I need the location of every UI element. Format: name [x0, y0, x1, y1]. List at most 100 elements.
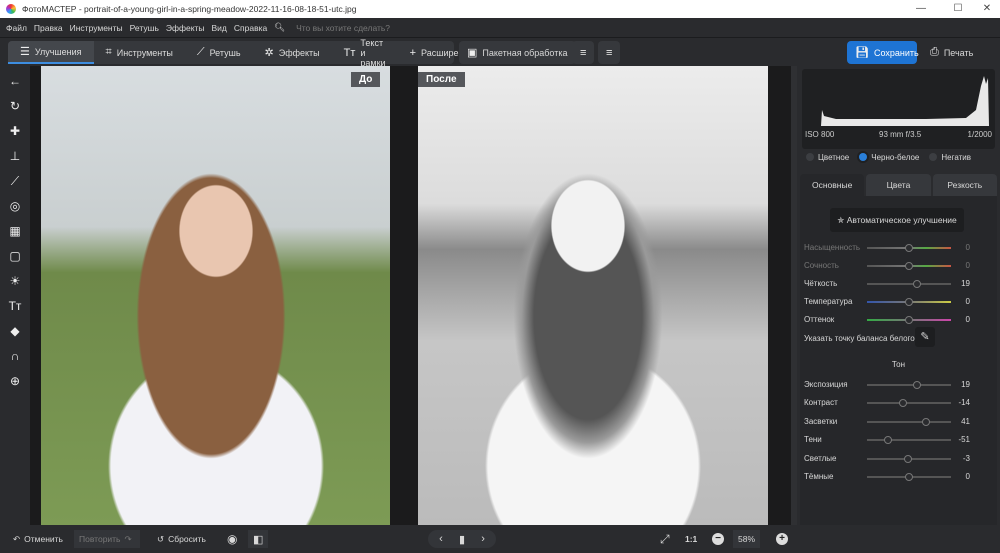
reset-label: Сбросить [168, 534, 206, 544]
bottom-bar: ↶ Отменить Повторить ↷ ↺ Сбросить ◉ ◧ ‹ ▮ › ⤢… [0, 525, 797, 553]
menu-retouch[interactable]: Ретушь [130, 23, 159, 33]
presets-settings-button[interactable]: ≡ [598, 41, 620, 64]
brush-icon[interactable]: ⟋ [11, 172, 19, 191]
mode-color-radio[interactable]: Цветное [806, 153, 849, 162]
images-icon: ▣ [467, 47, 478, 59]
slider-thumb[interactable] [905, 244, 913, 252]
menu-view[interactable]: Вид [212, 23, 227, 33]
menu-tools[interactable]: Инструменты [70, 23, 123, 33]
actual-size-button[interactable]: 1:1 [680, 530, 702, 548]
redo-icon: ↷ [124, 533, 132, 544]
tab-effects[interactable]: ✲ Эффекты [253, 41, 332, 64]
slider-track[interactable] [867, 316, 951, 324]
gradient-filter-icon[interactable]: ▦ [9, 222, 20, 241]
fit-to-screen-button[interactable]: ⤢ [655, 530, 675, 548]
batch-label: Пакетная обработка [482, 47, 568, 58]
slider-value: -14 [958, 398, 970, 408]
mode-bw-radio[interactable]: Черно-белое [859, 153, 919, 162]
radio-label: Цветное [818, 152, 850, 162]
slider-thumb[interactable] [905, 473, 913, 481]
compare-icon: ◧ [253, 533, 264, 546]
window-title: ФотоМАСТЕР - portrait-of-a-young-girl-in… [22, 4, 357, 14]
slider-track[interactable] [867, 244, 951, 252]
magic-wand-icon: ✲ [264, 47, 274, 59]
text-icon[interactable]: Tт [9, 297, 22, 316]
slider-thumb[interactable] [905, 262, 913, 270]
slider-value: -3 [962, 453, 970, 463]
search-input[interactable]: Что вы хотите сделать? [296, 23, 390, 33]
prev-image-button[interactable]: ‹ [439, 533, 443, 545]
slider-track[interactable] [867, 417, 951, 426]
slider-track[interactable] [867, 298, 951, 306]
back-arrow-icon[interactable]: ← [9, 72, 21, 91]
patch-icon[interactable]: ✚ [10, 122, 20, 141]
slider-track[interactable] [867, 454, 951, 463]
lens-value: 93 mm f/3.5 [879, 130, 922, 139]
preview-eye-button[interactable]: ◉ [222, 530, 242, 548]
magnet-icon[interactable]: ∩ [11, 347, 20, 366]
slider-label: Оттенок [804, 315, 835, 324]
slider-thumb[interactable] [905, 298, 913, 306]
eyedropper-button[interactable]: ✎ [915, 327, 935, 347]
slider-value: -51 [958, 435, 970, 445]
redo-button[interactable]: Повторить ↷ [74, 530, 140, 548]
batch-processing-button[interactable]: ▣ Пакетная обработка [459, 41, 576, 64]
slider-track[interactable] [867, 381, 951, 389]
tab-enhancements[interactable]: ☰ Улучшения [8, 41, 94, 64]
tab-retouch[interactable]: ⟋ Ретушь [185, 41, 253, 64]
tab-colors[interactable]: Цвета [866, 174, 931, 196]
menu-file[interactable]: Файл [6, 23, 27, 33]
menu-bar: Файл Правка Инструменты Ретушь Эффекты В… [0, 18, 1000, 37]
minimize-button[interactable]: — [906, 0, 936, 18]
slider-thumb[interactable] [922, 417, 931, 426]
slider-track[interactable] [867, 436, 951, 445]
folder-icon[interactable]: ▮ [459, 533, 465, 546]
slider-thumb[interactable] [905, 316, 913, 324]
slider-row: Температура 0 [804, 295, 994, 309]
stamp-icon[interactable]: ⊥ [10, 147, 20, 166]
reset-button[interactable]: ↺ Сбросить [152, 530, 211, 548]
presets-add-button[interactable]: ≡ [572, 41, 594, 64]
slider-thumb[interactable] [912, 381, 921, 389]
radio-dot [806, 153, 814, 161]
tab-tools[interactable]: ⌗ Инструменты [94, 41, 185, 64]
menu-edit[interactable]: Правка [34, 23, 63, 33]
undo-button[interactable]: ↶ Отменить [8, 530, 68, 548]
slider-thumb[interactable] [903, 454, 912, 463]
reset-icon: ↺ [157, 533, 165, 544]
radio-dot-selected [859, 153, 868, 161]
zoom-in-button[interactable]: + [771, 530, 793, 548]
slider-thumb[interactable] [899, 399, 908, 408]
slider-label: Температура [804, 297, 853, 306]
globe-icon[interactable]: ⊕ [10, 372, 20, 391]
plus-icon: + [409, 46, 417, 59]
close-button[interactable]: ✕ [972, 0, 1000, 18]
print-button[interactable]: ⎙ Печать [922, 41, 990, 64]
light-icon[interactable]: ☀ [10, 272, 21, 291]
compare-button[interactable]: ◧ [248, 530, 269, 548]
slider-track[interactable] [867, 280, 951, 288]
mode-negative-radio[interactable]: Негатив [929, 153, 971, 162]
maximize-button[interactable]: ☐ [943, 0, 973, 18]
tab-basic[interactable]: Основные [800, 174, 865, 196]
menu-help[interactable]: Справка [234, 23, 267, 33]
slider-thumb[interactable] [912, 280, 921, 288]
menu-effects[interactable]: Эффекты [166, 23, 205, 33]
slider-track[interactable] [867, 399, 951, 408]
radial-filter-icon[interactable]: ◎ [10, 197, 20, 216]
tab-text-frames[interactable]: Tт Текст и рамки [332, 38, 398, 68]
zoom-out-button[interactable]: − [707, 530, 729, 548]
slider-value: 0 [965, 297, 970, 306]
next-image-button[interactable]: › [481, 533, 485, 545]
vignette-icon[interactable]: ▢ [9, 247, 20, 266]
slider-track[interactable] [867, 473, 951, 481]
rotate-icon[interactable]: ↻ [10, 97, 20, 116]
auto-enhance-button[interactable]: ✯ Автоматическое улучшение [830, 208, 964, 232]
slider-track[interactable] [867, 262, 951, 270]
tab-sharpness[interactable]: Резкость [932, 174, 997, 196]
fill-icon[interactable]: ◆ [10, 322, 19, 341]
zoom-level: 58% [733, 530, 761, 548]
slider-row: Насыщенность 0 [804, 241, 994, 255]
slider-thumb[interactable] [883, 436, 892, 445]
save-button[interactable]: 💾︎ Сохранить [847, 41, 919, 64]
